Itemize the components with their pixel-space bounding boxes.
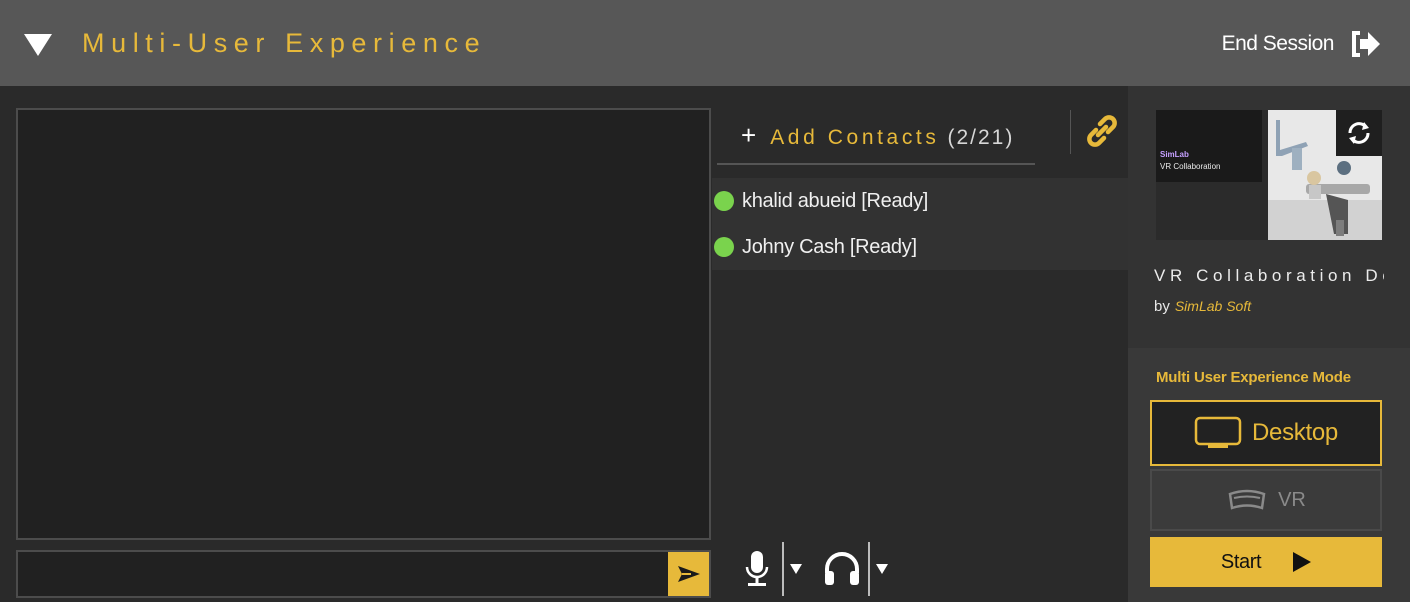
desktop-mode-button[interactable]: Desktop — [1150, 400, 1382, 466]
refresh-button[interactable] — [1336, 110, 1382, 156]
vr-mode-label: VR — [1278, 488, 1306, 511]
by-label: by — [1154, 298, 1170, 315]
list-item[interactable]: khalid abueid [Ready] — [712, 178, 1128, 224]
start-label: Start — [1220, 550, 1262, 573]
plus-icon: + — [741, 120, 757, 150]
chevron-down-icon[interactable] — [790, 564, 802, 574]
microphone-icon — [745, 551, 769, 586]
side-panel: SimLab VR Collaboration VR Collaboration… — [1128, 86, 1410, 602]
contacts-count: (2/21) — [947, 126, 1015, 149]
chevron-down-icon[interactable] — [876, 564, 888, 574]
vr-headset-icon — [1228, 489, 1266, 510]
headphones-button[interactable] — [822, 551, 862, 587]
scene-info: SimLab VR Collaboration VR Collaboration… — [1128, 86, 1410, 348]
divider — [717, 163, 1035, 165]
chat-messages-area[interactable] — [16, 108, 711, 540]
monitor-icon — [1194, 416, 1242, 448]
add-contacts-button[interactable]: + Add Contacts (2/21) — [741, 120, 1014, 151]
scene-thumbnail[interactable]: SimLab VR Collaboration — [1156, 110, 1382, 240]
page-title: Multi-User Experience — [82, 28, 487, 58]
end-session-label: End Session — [1221, 32, 1335, 55]
voice-controls — [744, 542, 908, 596]
exit-arrow-icon — [1352, 31, 1380, 57]
end-session-button[interactable]: End Session — [1222, 26, 1382, 62]
contact-list: khalid abueid [Ready] Johny Cash [Ready] — [712, 178, 1128, 270]
author-link[interactable]: SimLab Soft — [1175, 298, 1251, 314]
online-status-icon — [714, 191, 734, 211]
divider — [868, 542, 870, 596]
online-status-icon — [714, 237, 734, 257]
mode-section-title: Multi User Experience Mode — [1156, 369, 1351, 386]
divider — [1070, 110, 1071, 154]
divider — [782, 542, 784, 596]
vr-mode-button[interactable]: VR — [1150, 469, 1382, 531]
start-button[interactable]: Start — [1150, 537, 1382, 587]
title-bar: Multi-User Experience End Session — [0, 0, 1410, 86]
headphones-icon — [825, 552, 859, 585]
microphone-button[interactable] — [744, 549, 770, 589]
main-area: + Add Contacts (2/21) khalid abueid [Rea… — [0, 86, 1128, 602]
chat-input-container — [16, 550, 711, 598]
refresh-icon — [1348, 122, 1370, 144]
desktop-mode-label: Desktop — [1252, 419, 1338, 446]
contact-name: khalid abueid [Ready] — [742, 189, 929, 212]
contact-name: Johny Cash [Ready] — [742, 235, 917, 258]
send-button[interactable] — [668, 552, 709, 596]
link-icon[interactable] — [1083, 112, 1121, 150]
chat-input[interactable] — [18, 552, 668, 596]
collapse-arrow-icon[interactable] — [24, 34, 52, 56]
list-item[interactable]: Johny Cash [Ready] — [712, 224, 1128, 270]
play-icon — [1293, 552, 1312, 572]
scene-title: VR Collaboration De — [1154, 266, 1384, 285]
scene-author-line: by SimLab Soft — [1154, 298, 1251, 315]
add-contacts-label: Add Contacts — [770, 126, 940, 149]
send-arrow-icon — [677, 566, 700, 582]
